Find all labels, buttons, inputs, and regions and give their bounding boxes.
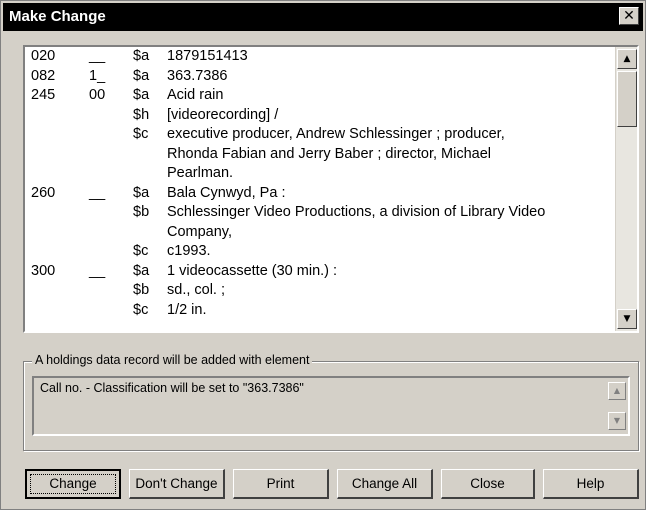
holdings-group-label: A holdings data record will be added wit…	[32, 353, 313, 367]
holdings-scroll-down-icon: ▼	[608, 412, 626, 430]
focus-rect	[30, 474, 116, 494]
marc-field-line: $c c1993.	[25, 242, 615, 262]
marc-field-line: $b Schlessinger Video Productions, a divi…	[25, 203, 615, 223]
marc-field-line: 082 1_ $a 363.7386	[25, 67, 615, 87]
change-all-button-label: Change All	[351, 476, 418, 491]
title-bar: Make Change ✕	[3, 3, 643, 31]
marc-field-line: Pearlman.	[25, 164, 615, 184]
close-icon[interactable]: ✕	[619, 7, 639, 25]
marc-subfield-value: 1 videocassette (30 min.) :	[167, 262, 338, 279]
marc-subfield-value: 1/2 in.	[167, 301, 207, 318]
marc-subfield-code: $a	[133, 262, 150, 279]
marc-field-line: 300 __ $a 1 videocassette (30 min.) :	[25, 262, 615, 282]
marc-field-line: $h [videorecording] /	[25, 106, 615, 126]
change-all-button[interactable]: Change All	[337, 469, 433, 499]
window-title: Make Change	[9, 8, 106, 25]
close-button-label: Close	[470, 476, 505, 491]
marc-subfield-code: $a	[133, 184, 150, 201]
marc-subfield-value: 363.7386	[167, 67, 228, 84]
scrollbar-thumb[interactable]	[617, 71, 637, 127]
change-button[interactable]: Change	[25, 469, 121, 499]
marc-subfield-value: 1879151413	[167, 48, 248, 64]
holdings-group: A holdings data record will be added wit…	[23, 353, 639, 451]
marc-subfield-value: c1993.	[167, 243, 211, 259]
dont-change-button[interactable]: Don't Change	[129, 469, 225, 499]
marc-indicators: 1_	[89, 67, 106, 84]
marc-tag: 245	[31, 87, 56, 103]
marc-subfield-value: sd., col. ;	[167, 282, 226, 298]
holdings-message: Call no. - Classification will be set to…	[40, 381, 304, 395]
marc-field-line: Rhonda Fabian and Jerry Baber ; director…	[25, 145, 615, 165]
marc-indicators: 00	[89, 87, 106, 103]
marc-subfield-value: Pearlman.	[167, 165, 234, 181]
marc-indicators: __	[89, 184, 106, 201]
marc-indicators: __	[89, 48, 106, 64]
help-button[interactable]: Help	[543, 469, 639, 499]
marc-subfield-value: executive producer, Andrew Schlessinger …	[167, 126, 505, 142]
marc-subfield-code: $c	[133, 126, 149, 142]
marc-indicators: __	[89, 262, 106, 279]
marc-subfield-value: Rhonda Fabian and Jerry Baber ; director…	[167, 145, 492, 162]
marc-subfield-value: [videorecording] /	[167, 106, 279, 123]
marc-tag: 020	[31, 48, 56, 64]
marc-field-line: 020 __ $a 1879151413	[25, 47, 615, 67]
marc-subfield-value: Company,	[167, 223, 233, 240]
dont-change-button-label: Don't Change	[135, 476, 218, 491]
marc-subfield-code: $a	[133, 67, 150, 84]
marc-subfield-code: $c	[133, 243, 149, 259]
marc-field-line: 245 00 $a Acid rain	[25, 86, 615, 106]
holdings-message-box[interactable]: Call no. - Classification will be set to…	[32, 376, 630, 436]
marc-subfield-code: $a	[133, 87, 150, 103]
marc-record-panel[interactable]: 020 __ $a 1879151413 082 1_ $a 363.7386 245 00 $a A…	[23, 45, 639, 333]
marc-subfield-value: Acid rain	[167, 87, 224, 103]
marc-field-line: $c 1/2 in.	[25, 301, 615, 321]
holdings-scrollbar: ▲ ▼	[606, 378, 628, 434]
print-button-label: Print	[266, 476, 295, 491]
print-button[interactable]: Print	[233, 469, 329, 499]
make-change-dialog: Make Change ✕ 020 __ $a 1879151413 082 1_ $a 36…	[0, 0, 646, 510]
marc-subfield-value: Schlessinger Video Productions, a divisi…	[167, 204, 546, 220]
scroll-down-arrow-icon[interactable]: ▼	[617, 309, 637, 329]
marc-subfield-value: Bala Cynwyd, Pa :	[167, 184, 286, 201]
help-button-label: Help	[576, 476, 605, 491]
marc-subfield-code: $h	[133, 106, 150, 123]
marc-subfield-code: $a	[133, 48, 150, 64]
close-button[interactable]: Close	[441, 469, 535, 499]
marc-field-line: $b sd., col. ;	[25, 281, 615, 301]
marc-subfield-code: $b	[133, 204, 150, 220]
scroll-up-arrow-icon[interactable]: ▲	[617, 49, 637, 69]
holdings-scroll-up-icon: ▲	[608, 382, 626, 400]
marc-field-line: $c executive producer, Andrew Schlessinge…	[25, 125, 615, 145]
marc-field-line: 260 __ $a Bala Cynwyd, Pa :	[25, 184, 615, 204]
marc-tag: 300	[31, 262, 56, 279]
marc-record-lines: 020 __ $a 1879151413 082 1_ $a 363.7386 245 00 $a A…	[25, 47, 615, 331]
marc-tag: 260	[31, 184, 56, 201]
marc-field-line: Company,	[25, 223, 615, 243]
marc-subfield-code: $c	[133, 301, 149, 318]
marc-tag: 082	[31, 67, 56, 84]
record-scrollbar[interactable]: ▲ ▼	[615, 47, 637, 331]
marc-subfield-code: $b	[133, 282, 150, 298]
